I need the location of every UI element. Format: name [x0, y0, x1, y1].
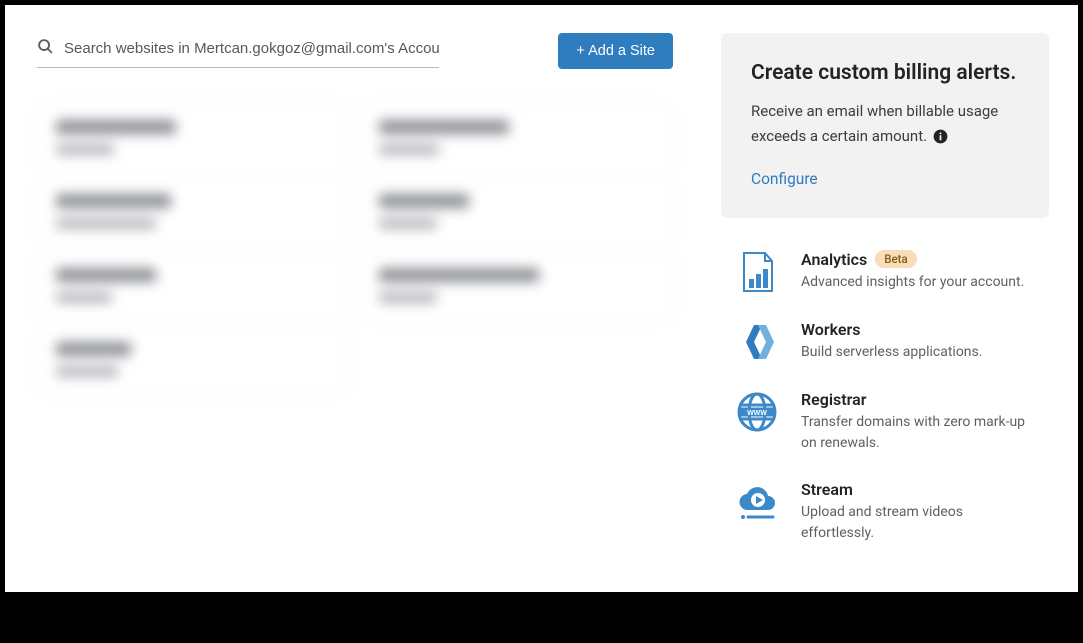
product-desc: Advanced insights for your account. — [801, 272, 1035, 293]
add-site-button[interactable]: + Add a Site — [558, 33, 673, 69]
workers-icon — [735, 320, 779, 364]
site-card[interactable] — [37, 327, 350, 395]
site-card[interactable] — [360, 179, 673, 247]
product-title: Registrar — [801, 390, 866, 409]
billing-alert-title: Create custom billing alerts. — [751, 61, 1019, 85]
beta-badge: Beta — [875, 250, 916, 268]
product-analytics[interactable]: Analytics Beta Advanced insights for you… — [735, 250, 1035, 294]
product-title: Analytics — [801, 250, 867, 269]
registrar-icon: WWW — [735, 390, 779, 434]
product-stream[interactable]: Stream Upload and stream videos effortle… — [735, 480, 1035, 544]
product-workers[interactable]: Workers Build serverless applications. — [735, 320, 1035, 364]
billing-alert-body: Receive an email when billable usage exc… — [751, 99, 1019, 149]
site-card[interactable] — [37, 253, 350, 321]
product-title: Stream — [801, 480, 853, 499]
site-card[interactable] — [360, 253, 673, 321]
product-desc: Build serverless applications. — [801, 342, 1035, 363]
info-icon[interactable] — [933, 129, 948, 144]
product-desc: Transfer domains with zero mark-up on re… — [801, 412, 1035, 454]
configure-link[interactable]: Configure — [751, 170, 818, 188]
site-card[interactable] — [37, 179, 350, 247]
site-card[interactable] — [37, 105, 350, 173]
billing-alert-panel: Create custom billing alerts. Receive an… — [721, 33, 1049, 218]
site-card[interactable] — [360, 105, 673, 173]
search-input[interactable] — [64, 40, 439, 57]
stream-icon — [735, 480, 779, 524]
search-icon — [37, 38, 54, 59]
analytics-icon — [735, 250, 779, 294]
product-registrar[interactable]: WWW Registrar Transfer domains with zero… — [735, 390, 1035, 454]
product-desc: Upload and stream videos effortlessly. — [801, 502, 1035, 544]
site-grid — [37, 105, 673, 395]
product-title: Workers — [801, 320, 861, 339]
svg-text:WWW: WWW — [747, 410, 767, 417]
